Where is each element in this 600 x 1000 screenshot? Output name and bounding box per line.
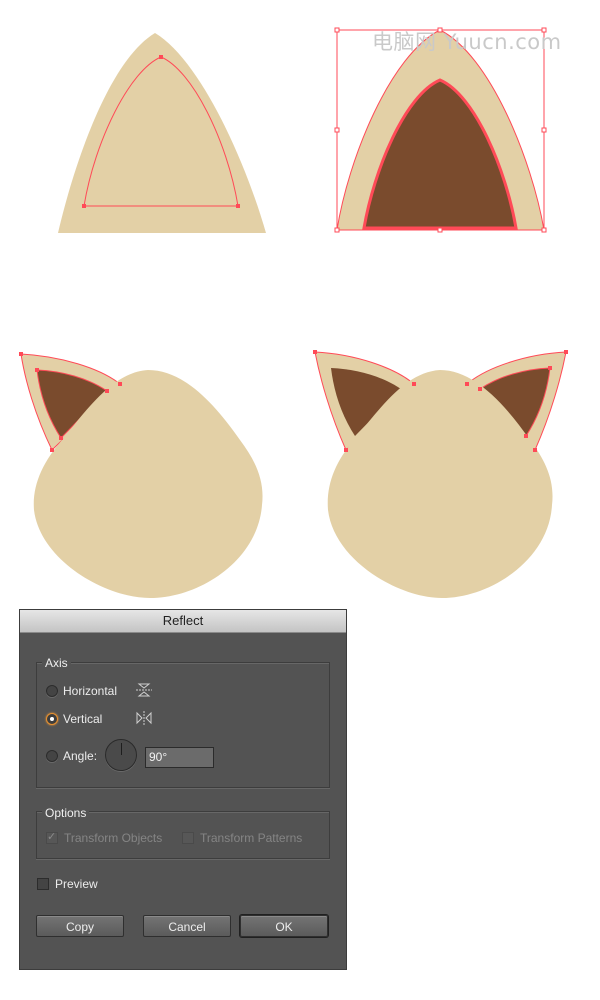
vertical-option[interactable]: Vertical	[46, 712, 102, 726]
horizontal-label: Horizontal	[63, 684, 118, 698]
reflect-dialog: Reflect Axis Horizontal Vertical Angle: …	[20, 610, 346, 969]
angle-dial[interactable]	[105, 739, 137, 771]
horizontal-reflect-icon	[136, 683, 152, 697]
options-legend: Options	[42, 806, 90, 820]
transform-patterns-checkbox[interactable]	[182, 832, 194, 844]
preview-option[interactable]: Preview	[37, 877, 98, 891]
dialog-title: Reflect	[20, 610, 346, 633]
cancel-button[interactable]: Cancel	[143, 915, 231, 937]
watermark-text: 电脑网 Yuucn.com	[372, 30, 562, 54]
copy-button[interactable]: Copy	[36, 915, 124, 937]
anchor-point[interactable]	[236, 204, 240, 208]
ear-selected-group[interactable]	[334, 27, 547, 233]
transform-patterns-option[interactable]: Transform Patterns	[182, 831, 302, 845]
angle-input[interactable]	[145, 747, 214, 768]
horizontal-radio[interactable]	[46, 685, 58, 697]
angle-radio[interactable]	[46, 750, 58, 762]
head-with-both-ears[interactable]	[313, 350, 568, 598]
vertical-radio[interactable]	[46, 713, 58, 725]
preview-label: Preview	[55, 877, 98, 891]
vertical-reflect-icon	[136, 711, 152, 725]
transform-objects-option[interactable]: Transform Objects	[46, 830, 163, 845]
transform-objects-label: Transform Objects	[64, 831, 163, 845]
transform-objects-checkbox[interactable]	[46, 830, 58, 844]
head-with-left-ear[interactable]	[19, 352, 263, 598]
anchor-point[interactable]	[159, 55, 163, 59]
vertical-label: Vertical	[63, 712, 103, 726]
ear-base-shape[interactable]	[58, 33, 266, 233]
angle-option[interactable]: Angle:	[46, 749, 97, 763]
horizontal-option[interactable]: Horizontal	[46, 684, 117, 698]
anchor-point[interactable]	[82, 204, 86, 208]
transform-patterns-label: Transform Patterns	[200, 831, 303, 845]
artboard-canvas	[19, 27, 568, 598]
preview-checkbox[interactable]	[37, 878, 49, 890]
angle-label: Angle:	[63, 749, 98, 763]
axis-legend: Axis	[42, 656, 71, 670]
ok-button[interactable]: OK	[240, 915, 328, 937]
ear-base-with-inner-path[interactable]	[58, 33, 266, 233]
